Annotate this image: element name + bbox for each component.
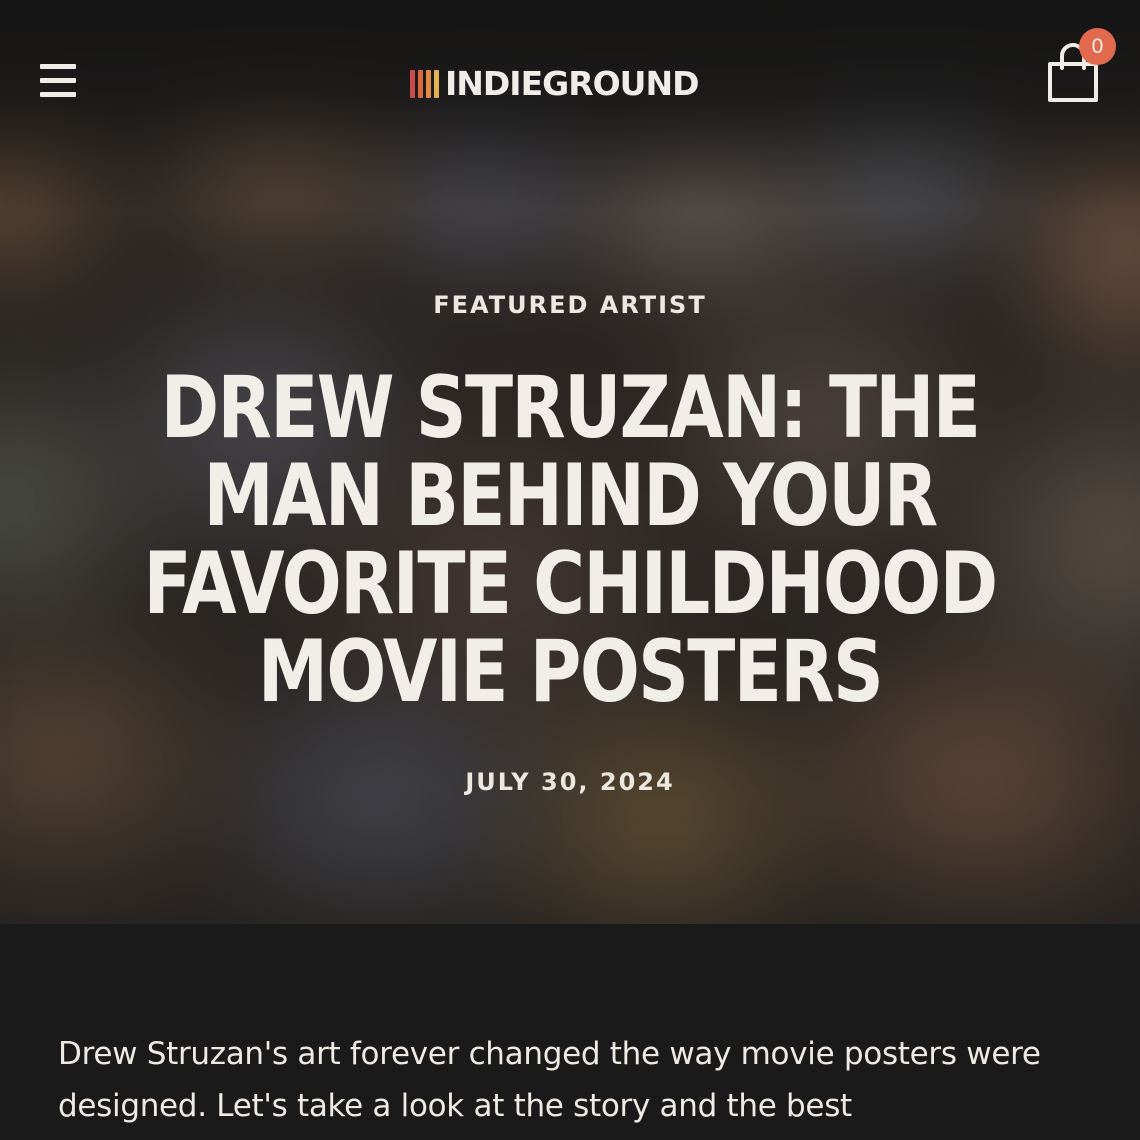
hamburger-menu-icon-bar: [40, 78, 76, 83]
hamburger-menu-icon-bar: [40, 92, 76, 97]
logo-stripes-icon: [410, 69, 442, 99]
article-body: Drew Struzan's art forever changed the w…: [0, 924, 1140, 1140]
site-header: INDIEGROUND 0: [0, 0, 1140, 165]
site-logo[interactable]: INDIEGROUND: [410, 64, 699, 104]
cart-count-badge: 0: [1079, 28, 1116, 65]
logo-stripe: [426, 70, 431, 98]
logo-stripe: [434, 70, 439, 98]
hamburger-menu-icon: [40, 64, 76, 69]
page: FEATURED ARTIST DREW STRUZAN: THE MAN BE…: [0, 0, 1140, 1140]
article-intro: Drew Struzan's art forever changed the w…: [58, 1036, 1041, 1124]
article-category[interactable]: FEATURED ARTIST: [0, 288, 1140, 322]
article-date: JULY 30, 2024: [465, 768, 675, 796]
logo-stripe: [410, 70, 415, 98]
menu-button[interactable]: [40, 64, 76, 98]
logo-text: INDIEGROUND: [445, 64, 699, 103]
logo-stripe: [418, 70, 423, 98]
article-title: DREW STRUZAN: THE MAN BEHIND YOUR FAVORI…: [143, 358, 999, 722]
